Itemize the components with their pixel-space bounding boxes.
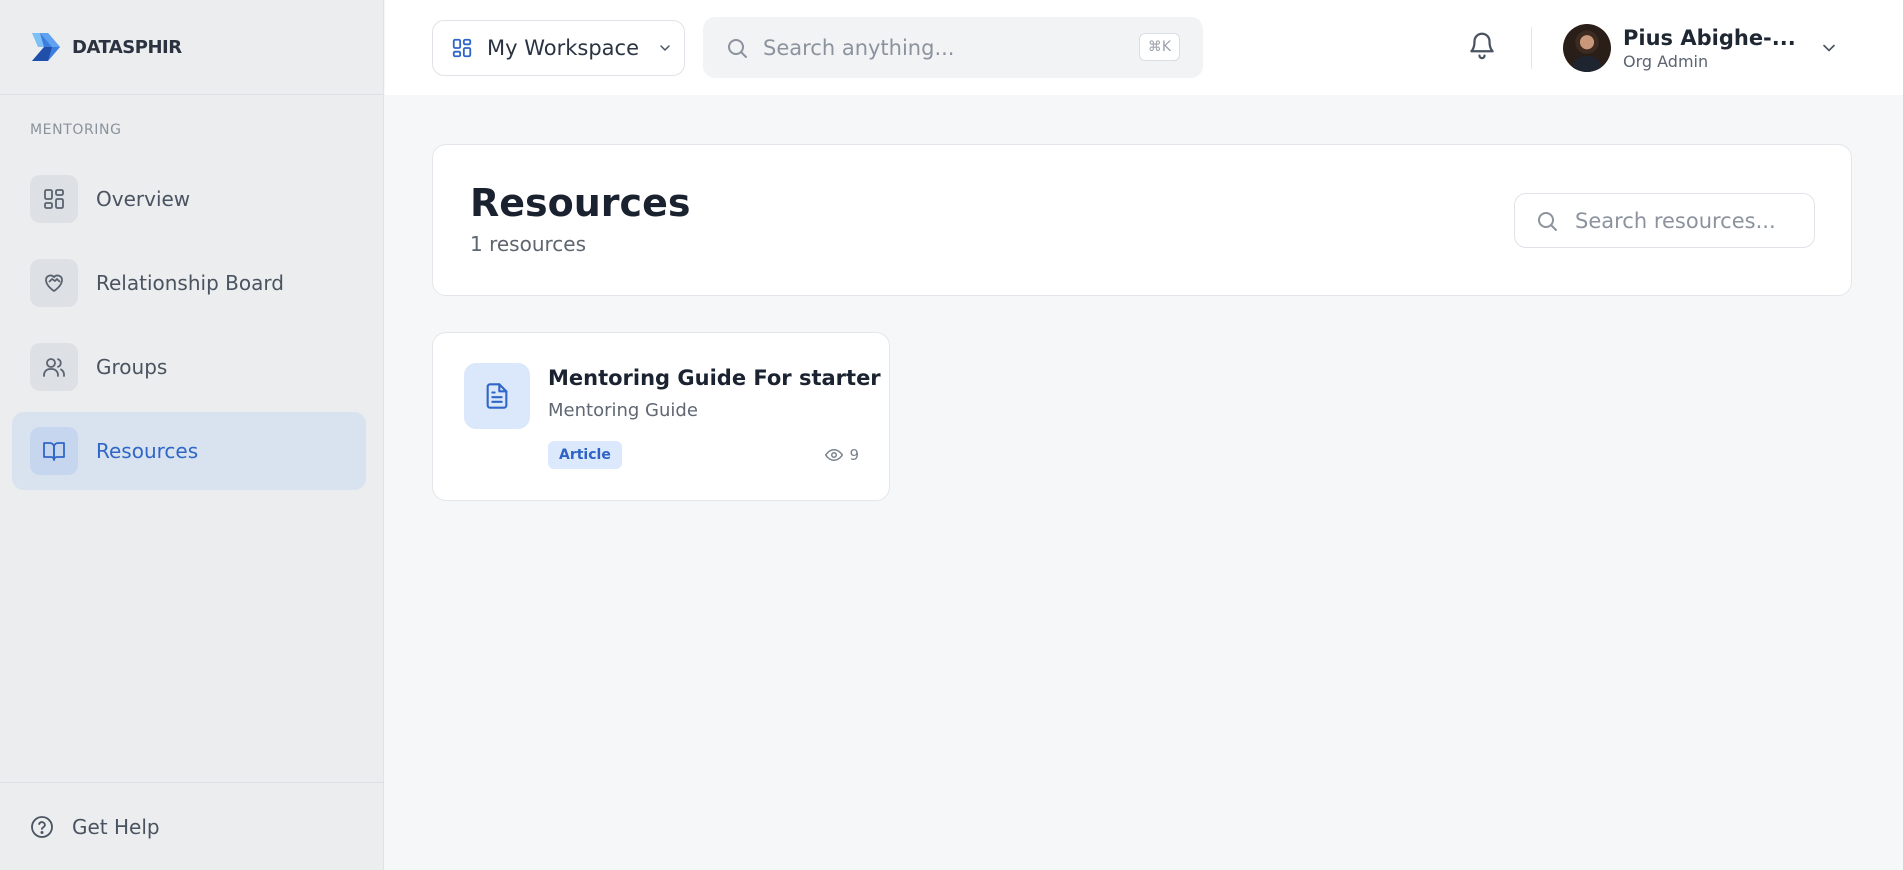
sidebar-item-resources[interactable]: Resources bbox=[12, 412, 366, 490]
header-divider bbox=[1531, 27, 1532, 69]
sidebar-item-relationship-board[interactable]: Relationship Board bbox=[12, 244, 366, 322]
user-name: Pius Abighe-... bbox=[1623, 25, 1796, 50]
sidebar-item-label: Resources bbox=[96, 439, 199, 463]
sidebar-nav: Overview Relationship Board Groups Resou… bbox=[12, 160, 366, 496]
sidebar-item-label: Groups bbox=[96, 355, 168, 379]
brand-name: DATASPHIR bbox=[72, 36, 182, 58]
users-icon bbox=[30, 343, 78, 391]
search-icon bbox=[728, 38, 747, 58]
dashboard-grid-icon bbox=[30, 175, 78, 223]
resource-views-count: 9 bbox=[849, 446, 859, 464]
page-title: Resources bbox=[470, 181, 691, 225]
chevron-down-icon bbox=[660, 45, 670, 52]
avatar bbox=[1563, 24, 1611, 72]
workspace-grid-icon bbox=[452, 38, 472, 58]
heart-handshake-icon bbox=[30, 259, 78, 307]
get-help-link[interactable]: Get Help bbox=[0, 782, 384, 870]
resources-search bbox=[1514, 193, 1815, 248]
search-icon bbox=[1538, 211, 1557, 231]
workspace-label: My Workspace bbox=[487, 36, 640, 60]
resource-views: 9 bbox=[825, 446, 859, 464]
user-menu[interactable]: Pius Abighe-... Org Admin bbox=[1563, 24, 1796, 72]
get-help-label: Get Help bbox=[72, 814, 160, 839]
resource-title: Mentoring Guide For starter bbox=[548, 366, 881, 390]
workspace-switcher[interactable]: My Workspace bbox=[432, 20, 685, 76]
document-icon bbox=[464, 363, 530, 429]
top-header: My Workspace ⌘K Pius Abighe-... Org Admi… bbox=[385, 0, 1903, 95]
help-circle-icon bbox=[31, 815, 53, 838]
eye-icon bbox=[825, 448, 844, 462]
resources-header-panel: Resources 1 resources bbox=[432, 144, 1852, 296]
resources-search-input[interactable] bbox=[1575, 208, 1805, 233]
sidebar-item-overview[interactable]: Overview bbox=[12, 160, 366, 238]
resources-count: 1 resources bbox=[470, 232, 587, 256]
datasphir-logo-icon bbox=[32, 33, 60, 61]
brand-logo[interactable]: DATASPHIR bbox=[0, 0, 383, 95]
resource-type-badge: Article bbox=[548, 441, 622, 469]
sidebar: DATASPHIR MENTORING Overview Relationshi… bbox=[0, 0, 384, 870]
resource-card[interactable]: Mentoring Guide For starter Mentoring Gu… bbox=[432, 332, 890, 501]
book-open-icon bbox=[30, 427, 78, 475]
resource-subtitle: Mentoring Guide bbox=[548, 400, 698, 421]
sidebar-item-groups[interactable]: Groups bbox=[12, 328, 366, 406]
user-role: Org Admin bbox=[1623, 51, 1709, 71]
chevron-down-icon[interactable] bbox=[1819, 38, 1839, 58]
search-shortcut-badge: ⌘K bbox=[1138, 33, 1180, 61]
notifications-bell-icon[interactable] bbox=[1467, 28, 1497, 62]
sidebar-item-label: Relationship Board bbox=[96, 271, 284, 295]
global-search: ⌘K bbox=[703, 17, 1203, 78]
sidebar-item-label: Overview bbox=[96, 187, 191, 211]
section-label: MENTORING bbox=[30, 122, 122, 138]
global-search-input[interactable] bbox=[763, 35, 1123, 60]
